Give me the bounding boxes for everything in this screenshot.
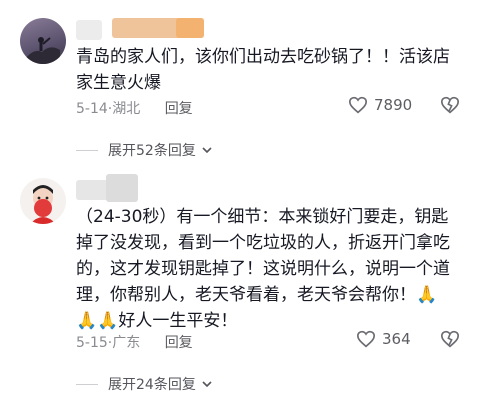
expand-replies-button[interactable]: 展开24条回复 [76, 374, 214, 394]
comment-text: （24-30秒）有一个细节：本来锁好门要走，钥匙掉了没发现，看到一个吃垃圾的人，… [76, 207, 450, 331]
expand-label: 展开52条回复 [108, 143, 196, 159]
reply-button[interactable]: 回复 [165, 98, 193, 118]
like-button[interactable]: 364 [356, 330, 411, 348]
username-blurred[interactable] [106, 174, 138, 202]
reply-button[interactable]: 回复 [165, 332, 193, 352]
username-blurred[interactable] [76, 180, 108, 200]
avatar-silhouette-icon [26, 37, 60, 64]
dislike-button[interactable] [440, 330, 460, 352]
avatar-cartoon-icon [30, 185, 56, 224]
dislike-button[interactable] [440, 96, 460, 118]
divider [76, 383, 98, 385]
broken-heart-icon [440, 330, 460, 348]
avatar[interactable] [20, 178, 66, 224]
like-button[interactable]: 7890 [348, 96, 412, 114]
chevron-down-icon [202, 147, 212, 154]
chevron-down-icon [202, 381, 212, 388]
username-blurred[interactable] [76, 20, 102, 40]
heart-outline-icon [356, 330, 376, 348]
heart-outline-icon [348, 96, 368, 114]
comment-date: 5-14 [76, 101, 108, 117]
comment-meta: 5-14·湖北 回复 [76, 98, 193, 118]
broken-heart-icon [440, 96, 460, 114]
username-blurred [176, 18, 204, 38]
expand-label: 展开24条回复 [108, 377, 196, 393]
expand-replies-button[interactable]: 展开52条回复 [76, 140, 214, 160]
comment-location: 湖北 [112, 101, 141, 117]
avatar[interactable] [20, 18, 66, 64]
divider [76, 149, 98, 151]
like-count: 364 [382, 330, 411, 348]
comment-meta: 5-15·广东 回复 [76, 332, 193, 352]
like-count: 7890 [374, 96, 413, 114]
comment-text: 青岛的家人们，该你们出动去吃砂锅了！！活该店家生意火爆 [76, 47, 450, 93]
comment-date: 5-15 [76, 335, 108, 351]
comment-location: 广东 [112, 335, 141, 351]
